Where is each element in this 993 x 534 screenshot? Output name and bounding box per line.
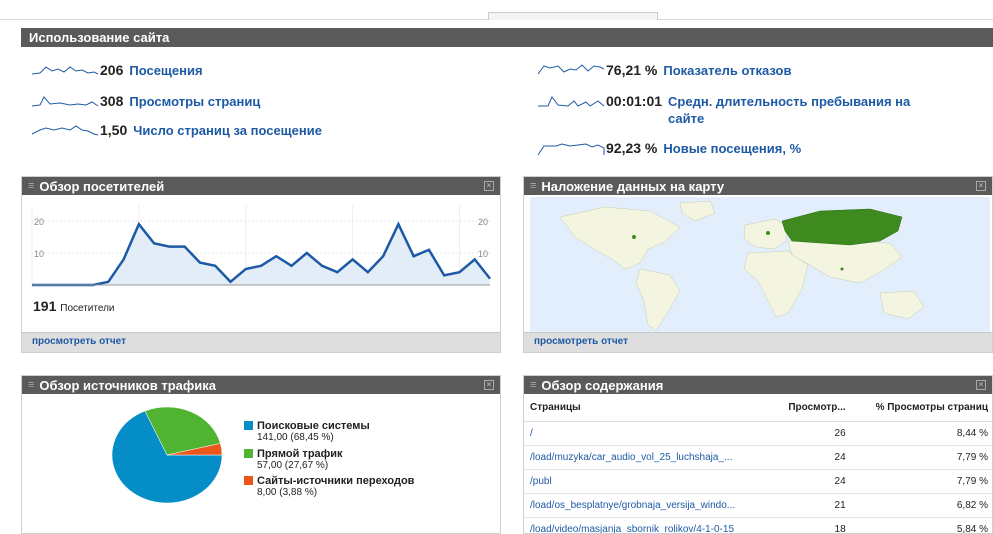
- y-tick-label: 10: [34, 249, 44, 259]
- metric-value: 206: [100, 62, 124, 78]
- metric-value: 308: [100, 93, 124, 109]
- y-tick-label: 20: [34, 217, 44, 227]
- page-link[interactable]: /: [524, 421, 773, 446]
- metric-bounce-rate[interactable]: 76,21 % Показатель отказов: [536, 62, 791, 80]
- metric-value: 92,23 %: [606, 140, 658, 156]
- percent-cell: 8,44 %: [851, 421, 992, 446]
- visitors-chart: 20 20 10 10: [31, 205, 491, 287]
- traffic-pie-chart: [111, 406, 223, 504]
- table-row: /26 8,44 %: [524, 421, 992, 446]
- metric-value: 1,50: [100, 122, 128, 138]
- content-table: Страницы Просмотр... % Просмотры страниц…: [524, 394, 992, 533]
- legend-label: Поисковые системы: [257, 420, 370, 432]
- legend-direct: Прямой трафик 57,00 (27,67 %): [244, 448, 343, 471]
- visitors-total-label: Посетители: [60, 303, 115, 314]
- views-cell: 24: [772, 469, 852, 494]
- site-usage-header: Использование сайта: [21, 28, 993, 47]
- tab-stub: [488, 12, 658, 20]
- legend-value: 8,00 (3,88 %): [257, 487, 318, 498]
- visitors-panel: ≡ Обзор посетителей × 20 20 10 10 191 Посет…: [21, 176, 501, 353]
- metric-value: 76,21 %: [606, 62, 658, 78]
- legend-label: Сайты-источники переходов: [257, 475, 415, 487]
- visitors-panel-header[interactable]: ≡ Обзор посетителей ×: [22, 177, 500, 195]
- close-icon[interactable]: ×: [976, 181, 986, 191]
- drag-handle-icon[interactable]: ≡: [28, 379, 34, 391]
- table-row: /load/muzyka/car_audio_vol_25_luchshaja_…: [524, 445, 992, 470]
- drag-handle-icon[interactable]: ≡: [530, 180, 536, 192]
- legend-referral: Сайты-источники переходов 8,00 (3,88 %): [244, 475, 414, 498]
- percent-cell: 6,82 %: [851, 493, 992, 518]
- content-panel-header[interactable]: ≡ Обзор содержания ×: [524, 376, 992, 394]
- percent-cell: 7,79 %: [851, 469, 992, 494]
- legend-search: Поисковые системы 141,00 (68,45 %): [244, 420, 370, 443]
- metric-visits[interactable]: 206 Посещения: [30, 62, 203, 80]
- sparkline-icon: [537, 64, 605, 75]
- metric-pageviews[interactable]: 308 Просмотры страниц: [30, 93, 260, 111]
- panel-title: Обзор посетителей: [39, 178, 165, 194]
- traffic-sources-panel: ≡ Обзор источников трафика × Поисковые с…: [21, 375, 501, 534]
- top-bar: [0, 0, 993, 20]
- page-link[interactable]: /load/muzyka/car_audio_vol_25_luchshaja_…: [524, 445, 773, 470]
- content-panel: ≡ Обзор содержания × Страницы Просмотр..…: [523, 375, 993, 534]
- table-row: /load/video/masjanja_sbornik_rolikov/4-1…: [524, 517, 992, 533]
- y-tick-label: 20: [478, 217, 488, 227]
- close-icon[interactable]: ×: [976, 380, 986, 390]
- traffic-panel-header[interactable]: ≡ Обзор источников трафика ×: [22, 376, 500, 394]
- sparkline-icon: [538, 96, 605, 107]
- world-map[interactable]: [530, 197, 990, 334]
- views-cell: 18: [772, 517, 852, 533]
- visitors-total-value: 191: [33, 298, 57, 314]
- metric-label[interactable]: Посещения: [129, 62, 202, 79]
- page-link[interactable]: /publ: [524, 469, 773, 494]
- sparkline-icon: [31, 66, 99, 75]
- view-report-link[interactable]: просмотреть отчет: [22, 332, 500, 352]
- metric-pages-per-visit[interactable]: 1,50 Число страниц за посещение: [30, 122, 322, 140]
- area-fill: [32, 224, 490, 285]
- view-report-link[interactable]: просмотреть отчет: [524, 332, 992, 352]
- column-header-views[interactable]: Просмотр...: [772, 394, 852, 422]
- legend-value: 141,00 (68,45 %): [257, 432, 334, 443]
- sparkline-icon: [31, 125, 99, 136]
- metric-new-visits[interactable]: 92,23 % Новые посещения, %: [536, 140, 801, 158]
- page-link[interactable]: /load/os_besplatnye/grobnaja_versija_win…: [524, 493, 773, 518]
- drag-handle-icon[interactable]: ≡: [28, 180, 34, 192]
- legend-swatch: [244, 476, 253, 485]
- table-row: /publ 24 7,79 %: [524, 469, 992, 494]
- metric-label[interactable]: Новые посещения, %: [663, 140, 801, 157]
- metric-label[interactable]: Показатель отказов: [663, 62, 791, 79]
- visitors-total: 191 Посетители: [33, 298, 115, 314]
- metric-label[interactable]: Средн. длительность пребывания на сайте: [668, 93, 948, 127]
- percent-cell: 5,84 %: [851, 517, 992, 533]
- views-cell: 26: [772, 421, 852, 446]
- views-cell: 24: [772, 445, 852, 470]
- table-row: /load/os_besplatnye/grobnaja_versija_win…: [524, 493, 992, 518]
- legend-swatch: [244, 421, 253, 430]
- map-panel-header[interactable]: ≡ Наложение данных на карту ×: [524, 177, 992, 195]
- table-header-row: Страницы Просмотр... % Просмотры страниц: [524, 394, 992, 422]
- page-link[interactable]: /load/video/masjanja_sbornik_rolikov/4-1…: [524, 517, 773, 533]
- map-panel: ≡ Наложение данных на карту × просмотрет…: [523, 176, 993, 353]
- metric-value: 00:01:01: [606, 93, 663, 109]
- panel-title: Обзор содержания: [541, 377, 664, 393]
- close-icon[interactable]: ×: [484, 181, 494, 191]
- sparkline-icon: [31, 96, 99, 107]
- column-header-pages[interactable]: Страницы: [524, 394, 773, 422]
- y-tick-label: 10: [478, 249, 488, 259]
- sparkline-icon: [537, 143, 605, 156]
- column-header-percent[interactable]: % Просмотры страниц: [851, 394, 992, 422]
- metric-avg-duration[interactable]: 00:01:01 Средн. длительность пребывания …: [536, 93, 976, 127]
- close-icon[interactable]: ×: [484, 380, 494, 390]
- legend-swatch: [244, 449, 253, 458]
- panel-title: Наложение данных на карту: [541, 178, 725, 194]
- legend-value: 57,00 (27,67 %): [257, 460, 329, 471]
- views-cell: 21: [772, 493, 852, 518]
- drag-handle-icon[interactable]: ≡: [530, 379, 536, 391]
- legend-label: Прямой трафик: [257, 448, 343, 460]
- percent-cell: 7,79 %: [851, 445, 992, 470]
- metric-label[interactable]: Число страниц за посещение: [133, 122, 322, 139]
- panel-title: Обзор источников трафика: [39, 377, 216, 393]
- metric-label[interactable]: Просмотры страниц: [129, 93, 260, 110]
